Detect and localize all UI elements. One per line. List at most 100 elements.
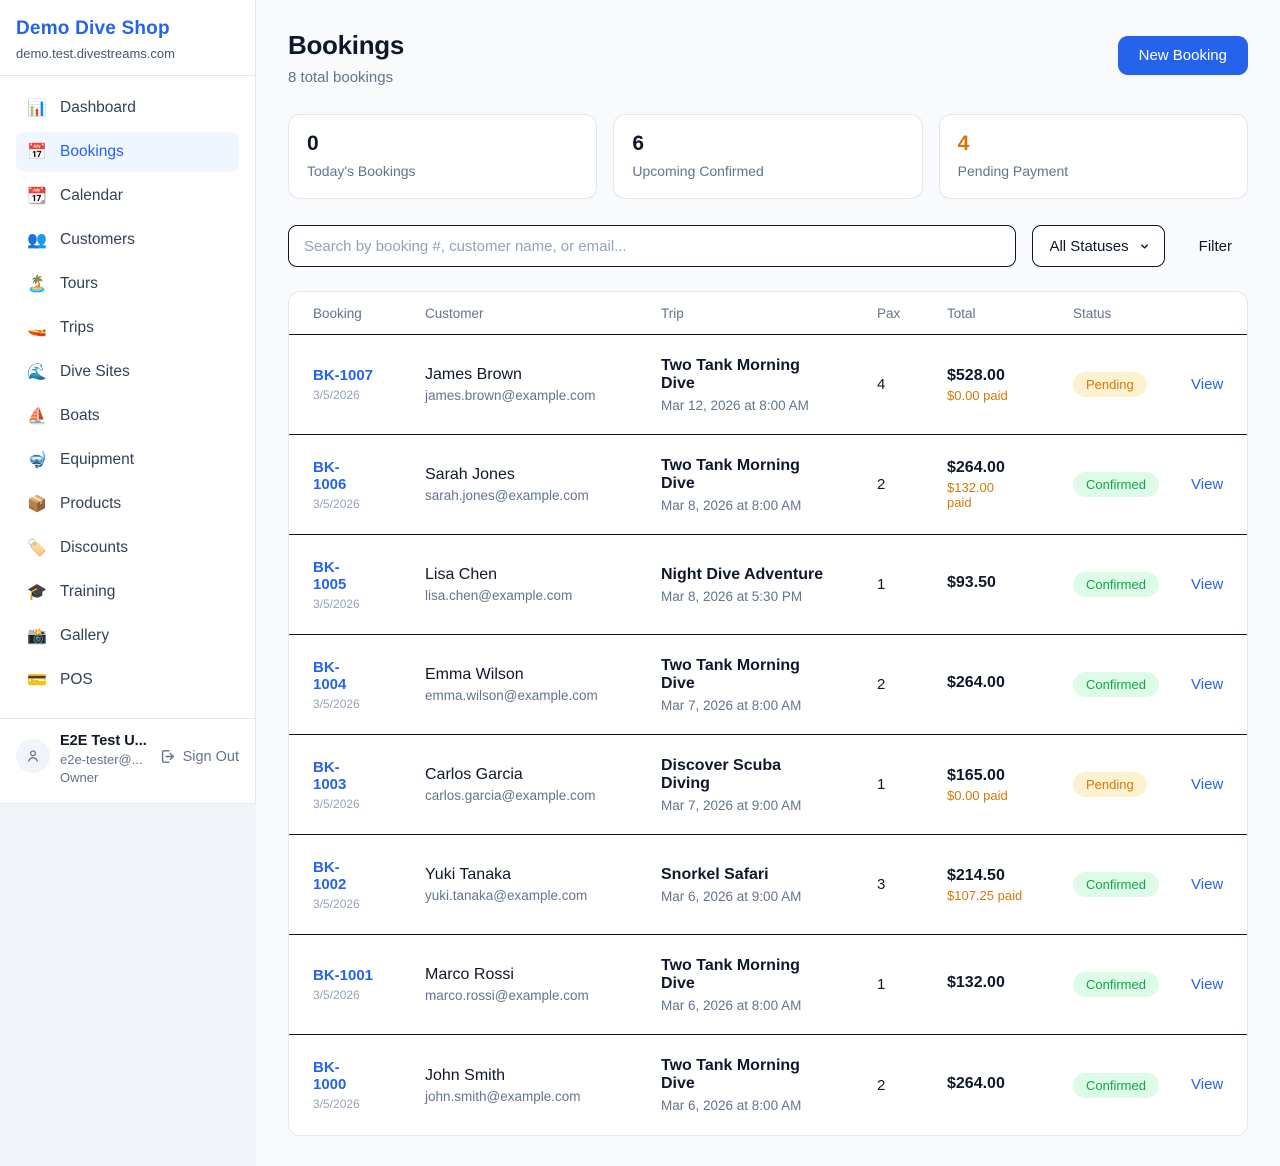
customer-name: Yuki Tanaka — [425, 866, 661, 884]
amount-paid: $0.00 paid — [947, 788, 1039, 803]
total-amount: $132.00 — [947, 974, 1073, 992]
cell-actions: View — [1191, 576, 1223, 594]
booking-number-link[interactable]: BK- 1006 — [313, 459, 346, 493]
customer-name: Carlos Garcia — [425, 766, 661, 784]
cell-pax: 3 — [877, 876, 947, 893]
status-select[interactable]: All Statuses — [1032, 225, 1164, 267]
customer-name: James Brown — [425, 366, 661, 384]
cell-total: $165.00 $0.00 paid — [947, 767, 1073, 803]
status-badge: Confirmed — [1073, 472, 1159, 497]
booking-number-link[interactable]: BK-1001 — [313, 967, 373, 984]
sidebar-item[interactable]: 📸 Gallery — [16, 616, 239, 656]
booking-date: 3/5/2026 — [313, 597, 425, 611]
booking-number-link[interactable]: BK-1007 — [313, 367, 373, 384]
sidebar-item[interactable]: 🏝️ Tours — [16, 264, 239, 304]
user-role: Owner — [60, 770, 149, 785]
cell-booking: BK- 1006 3/5/2026 — [313, 459, 425, 511]
view-link[interactable]: View — [1191, 1076, 1223, 1093]
booking-date: 3/5/2026 — [313, 988, 425, 1002]
app-layout: Demo Dive Shop demo.test.divestreams.com… — [0, 0, 1280, 1166]
sidebar-item[interactable]: 👥 Customers — [16, 220, 239, 260]
camera-flash-icon: 📸 — [27, 626, 47, 646]
amount-paid: $132.00 paid — [947, 480, 1039, 510]
view-link[interactable]: View — [1191, 476, 1223, 493]
trip-name: Two Tank Morning Dive — [661, 657, 877, 693]
total-amount: $528.00 — [947, 367, 1073, 385]
sidebar-item-label: Trips — [60, 319, 94, 337]
view-link[interactable]: View — [1191, 776, 1223, 793]
status-badge: Confirmed — [1073, 672, 1159, 697]
status-badge: Confirmed — [1073, 1073, 1159, 1098]
status-badge: Pending — [1073, 372, 1147, 397]
sidebar-item-label: Dive Sites — [60, 363, 130, 381]
page-header: Bookings 8 total bookings New Booking — [288, 30, 1248, 86]
customer-name: John Smith — [425, 1067, 661, 1085]
booking-number-link[interactable]: BK- 1000 — [313, 1059, 346, 1093]
sidebar-item-label: Customers — [60, 231, 135, 249]
new-booking-button[interactable]: New Booking — [1118, 36, 1248, 75]
view-link[interactable]: View — [1191, 576, 1223, 593]
table-body: BK-1007 3/5/2026 James Brown james.brown… — [289, 335, 1247, 1135]
sidebar-item[interactable]: 📦 Products — [16, 484, 239, 524]
user-email: e2e-tester@... — [60, 752, 149, 767]
cell-customer: John Smith john.smith@example.com — [425, 1067, 661, 1104]
sidebar-item[interactable]: 📊 Dashboard — [16, 88, 239, 128]
cell-customer: Yuki Tanaka yuki.tanaka@example.com — [425, 866, 661, 903]
calendar-date-icon: 📅 — [27, 142, 47, 162]
view-link[interactable]: View — [1191, 876, 1223, 893]
customer-email: carlos.garcia@example.com — [425, 788, 661, 803]
booking-date: 3/5/2026 — [313, 897, 425, 911]
cell-total: $264.00 — [947, 1075, 1073, 1096]
trip-datetime: Mar 6, 2026 at 9:00 AM — [661, 889, 877, 904]
booking-number-link[interactable]: BK- 1005 — [313, 559, 346, 593]
booking-number-link[interactable]: BK- 1004 — [313, 659, 346, 693]
total-amount: $165.00 — [947, 767, 1073, 785]
trip-datetime: Mar 6, 2026 at 8:00 AM — [661, 1098, 877, 1113]
sign-out-button[interactable]: Sign Out — [159, 748, 239, 765]
cell-booking: BK- 1005 3/5/2026 — [313, 559, 425, 611]
label-tag-icon: 🏷️ — [27, 538, 47, 558]
page-title: Bookings — [288, 30, 404, 61]
table-row: BK- 1005 3/5/2026 Lisa Chen lisa.chen@ex… — [289, 535, 1247, 635]
graduation-cap-icon: 🎓 — [27, 582, 47, 602]
cell-pax: 1 — [877, 776, 947, 793]
table-row: BK-1007 3/5/2026 James Brown james.brown… — [289, 335, 1247, 435]
column-header-status: Status — [1073, 306, 1191, 321]
sidebar-item[interactable]: 🌊 Dive Sites — [16, 352, 239, 392]
table-row: BK- 1004 3/5/2026 Emma Wilson emma.wilso… — [289, 635, 1247, 735]
customer-name: Marco Rossi — [425, 966, 661, 984]
main-content: Bookings 8 total bookings New Booking 0 … — [256, 0, 1280, 1166]
booking-number-link[interactable]: BK- 1003 — [313, 759, 346, 793]
cell-pax: 1 — [877, 576, 947, 593]
sailboat-icon: ⛵ — [27, 406, 47, 426]
package-icon: 📦 — [27, 494, 47, 514]
search-input[interactable] — [288, 225, 1016, 267]
view-link[interactable]: View — [1191, 676, 1223, 693]
sidebar-item-label: Bookings — [60, 143, 124, 161]
credit-card-icon: 💳 — [27, 670, 47, 690]
sidebar-item[interactable]: 📅 Bookings — [16, 132, 239, 172]
booking-date: 3/5/2026 — [313, 1097, 425, 1111]
cell-booking: BK- 1002 3/5/2026 — [313, 859, 425, 911]
sidebar-item[interactable]: 🎓 Training — [16, 572, 239, 612]
booking-number-link[interactable]: BK- 1002 — [313, 859, 346, 893]
sidebar-item[interactable]: 📆 Calendar — [16, 176, 239, 216]
sidebar-item-label: Discounts — [60, 539, 128, 557]
table-row: BK- 1006 3/5/2026 Sarah Jones sarah.jone… — [289, 435, 1247, 535]
shop-name: Demo Dive Shop — [16, 18, 239, 40]
view-link[interactable]: View — [1191, 376, 1223, 393]
sidebar-item[interactable]: 🚤 Trips — [16, 308, 239, 348]
column-header-total: Total — [947, 306, 1073, 321]
sidebar-item[interactable]: 🏷️ Discounts — [16, 528, 239, 568]
cell-trip: Two Tank Morning Dive Mar 12, 2026 at 8:… — [661, 357, 877, 413]
sidebar-item[interactable]: 💳 POS — [16, 660, 239, 700]
view-link[interactable]: View — [1191, 976, 1223, 993]
cell-customer: Emma Wilson emma.wilson@example.com — [425, 666, 661, 703]
sidebar-item[interactable]: 🤿 Equipment — [16, 440, 239, 480]
cell-booking: BK-1001 3/5/2026 — [313, 967, 425, 1002]
sidebar-item[interactable]: ⛵ Boats — [16, 396, 239, 436]
cell-trip: Two Tank Morning Dive Mar 6, 2026 at 8:0… — [661, 957, 877, 1013]
filter-button[interactable]: Filter — [1199, 238, 1232, 255]
user-name: E2E Test U... — [60, 733, 149, 749]
cell-pax: 1 — [877, 976, 947, 993]
